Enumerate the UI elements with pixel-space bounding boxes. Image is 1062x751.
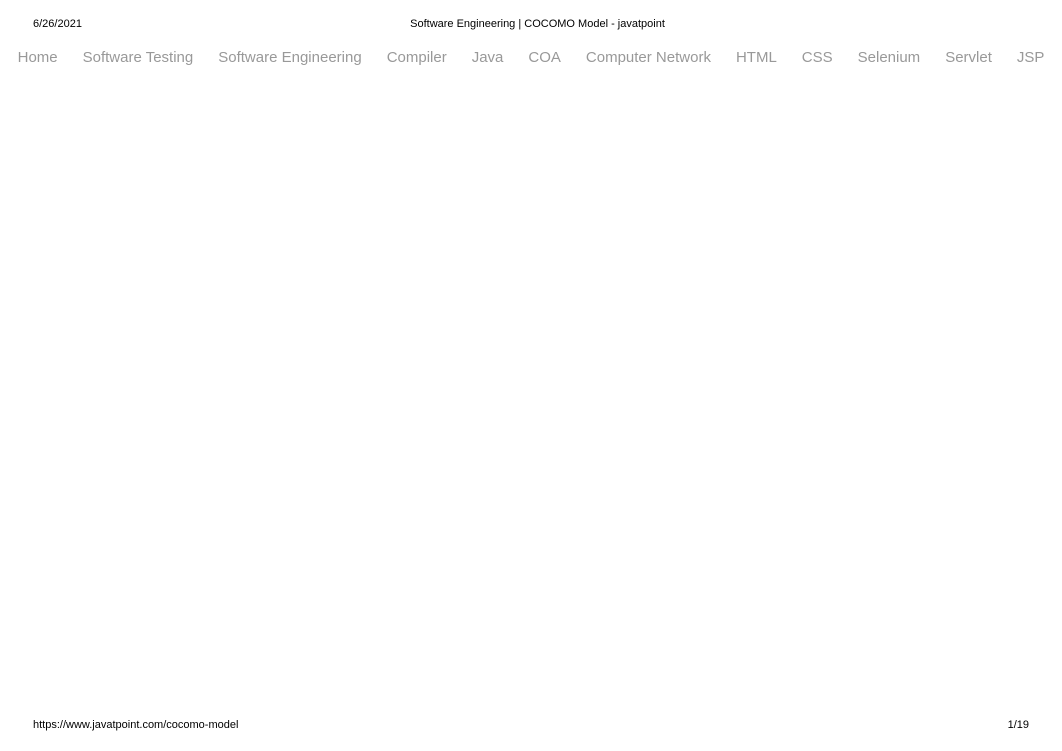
header-row: 6/26/2021 Software Engineering | COCOMO … [33, 18, 1042, 30]
nav-item-servlet[interactable]: Servlet [945, 49, 992, 66]
nav-bar: Home Software Testing Software Engineeri… [0, 49, 1062, 66]
nav-item-home[interactable]: Home [18, 49, 58, 66]
nav-item-java[interactable]: Java [472, 49, 504, 66]
nav-item-coa[interactable]: COA [528, 49, 561, 66]
nav-item-computer-network[interactable]: Computer Network [586, 49, 711, 66]
header-title: Software Engineering | COCOMO Model - ja… [410, 18, 665, 30]
header-date: 6/26/2021 [33, 18, 82, 30]
nav-item-css[interactable]: CSS [802, 49, 833, 66]
footer-row: https://www.javatpoint.com/cocomo-model … [33, 719, 1029, 731]
nav-item-software-engineering[interactable]: Software Engineering [218, 49, 361, 66]
nav-item-html[interactable]: HTML [736, 49, 777, 66]
nav-item-software-testing[interactable]: Software Testing [83, 49, 194, 66]
footer-page-number: 1/19 [1008, 719, 1029, 731]
nav-item-jsp[interactable]: JSP [1017, 49, 1045, 66]
nav-item-selenium[interactable]: Selenium [858, 49, 921, 66]
footer-url: https://www.javatpoint.com/cocomo-model [33, 719, 238, 731]
nav-item-compiler[interactable]: Compiler [387, 49, 447, 66]
